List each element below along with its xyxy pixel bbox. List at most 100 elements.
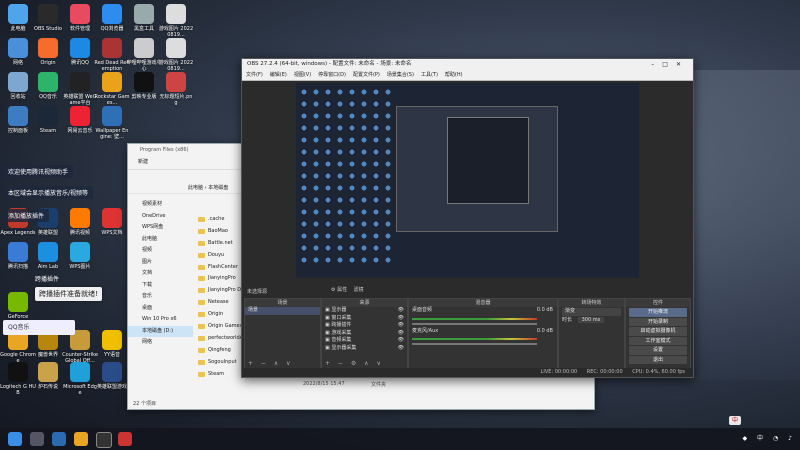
maximize-icon[interactable]: □ [662,61,676,68]
scene-item[interactable]: 场景 [245,307,320,315]
desktop-icon[interactable]: 软件管理 [62,4,98,32]
nav-item[interactable]: 下载 [128,280,193,292]
desktop-icon[interactable]: 英雄联盟游戏 [94,362,130,390]
desktop-icon[interactable]: Microsoft Edge [62,362,98,396]
menu-item[interactable]: 场景集合(S) [387,72,414,78]
language-indicator[interactable]: 中 [757,435,763,442]
menu-item[interactable]: 配置文件(P) [353,72,380,78]
menu-item[interactable]: 编辑(E) [270,72,287,78]
visibility-icon[interactable]: 👁 [398,307,404,315]
start-icon[interactable] [8,432,22,446]
desktop-icon[interactable]: Rockstar Games... [94,72,130,106]
desktop-icon-label: 网易云音乐 [67,128,93,134]
desktop-icon[interactable]: QQ浏览器 [94,4,130,32]
window-controls[interactable]: –□✕ [651,59,689,70]
source-item[interactable]: ▣ 跨播插件 👁 [322,322,407,330]
desktop-icon[interactable]: Aim Lab [30,242,66,270]
desktop-icon[interactable]: YY语音 [94,330,130,358]
duration-input[interactable]: 300 ms [577,316,605,323]
control-button[interactable]: 开始录制 [629,317,687,326]
visibility-icon[interactable]: 👁 [398,322,404,330]
close-icon[interactable]: ✕ [676,61,689,68]
desktop-icon[interactable]: 黑盒工具 [126,4,162,32]
menu-item[interactable]: 帮助(H) [445,72,463,78]
desktop-icon[interactable]: 剪映专业版 [126,72,162,100]
app-taskbar-icon[interactable] [118,432,132,446]
breadcrumb-local-disk[interactable]: 本地磁盘 [208,185,228,191]
desktop-icon[interactable]: 无标题短片.png [158,72,194,106]
source-item[interactable]: ▣ 显示器采集 👁 [322,345,407,353]
menu-item[interactable]: 工具(T) [421,72,438,78]
desktop-icon[interactable]: 炉石传说 [30,362,66,390]
visibility-icon[interactable]: 👁 [398,315,404,323]
nav-item[interactable]: 网络 [128,337,193,349]
desktop-icon[interactable]: OBS Studio [30,4,66,32]
visibility-icon[interactable]: 👁 [398,337,404,345]
control-button[interactable]: 退出 [629,355,687,364]
nav-item[interactable]: 本地磁盘 (D:) [128,325,193,337]
nav-item[interactable]: 视频素材 [128,199,193,211]
source-item[interactable]: ▣ 音频采集 👁 [322,337,407,345]
obs-taskbar-icon[interactable] [96,432,112,448]
network-icon[interactable]: ◔ [773,435,778,442]
volume-icon[interactable]: ♪ [788,435,792,442]
desktop-icon[interactable]: Red Dead Redemption [94,38,130,72]
volume-slider[interactable] [412,343,537,345]
desktop-icon[interactable]: 网易云音乐 [62,106,98,134]
filters-button[interactable]: 滤镜 [353,287,363,293]
gear-icon[interactable]: ⚙ [331,287,335,293]
new-button[interactable]: 新建 [138,159,148,165]
volume-slider[interactable] [412,322,537,325]
scene-controls[interactable]: + − ∧ ∨ [248,360,294,367]
menu-item[interactable]: 停靠窗口(D) [318,72,346,78]
ime-indicator[interactable]: 中 [729,416,742,425]
desktop-icon[interactable]: WPS图片 [62,242,98,270]
desktop-icon[interactable]: 游戏图片 20220819... [158,38,194,72]
control-button[interactable]: 设置 [629,346,687,355]
desktop-icon[interactable]: WPS文档 [94,208,130,236]
control-button[interactable]: 开始推流 [629,308,687,317]
nav-item[interactable]: WPS网盘 [128,222,193,234]
properties-button[interactable]: 属性 [337,287,347,293]
desktop-icon[interactable]: Wallpaper Engine: 壁... [94,106,130,140]
visibility-icon[interactable]: 👁 [398,330,404,338]
control-button[interactable]: 工作室模式 [629,336,687,345]
preview-canvas[interactable] [296,83,639,278]
shield-icon[interactable] [52,432,66,446]
desktop-icon[interactable]: 英雄联盟 WeGame平台 [62,72,98,106]
source-item[interactable]: ▣ 窗口采集 👁 [322,315,407,323]
desktop-icon[interactable]: GeForce [0,292,36,320]
desktop-icon[interactable]: Steam [30,106,66,134]
nav-item[interactable]: 音乐 [128,291,193,303]
nav-item[interactable]: 此电脑 [128,234,193,246]
breadcrumb-this-pc[interactable]: 此电脑 [188,185,203,191]
desktop-icon[interactable]: QQ音乐 [30,72,66,100]
desktop-icon[interactable]: 腾讯视频 [62,208,98,236]
desktop-icon[interactable]: Origin [30,38,66,66]
desktop-icon[interactable]: 腾讯QQ [62,38,98,66]
nav-item[interactable]: 视频 [128,245,193,257]
search-icon[interactable] [30,432,44,446]
menu-item[interactable]: 视图(V) [294,72,311,78]
desktop-icon[interactable]: Counter-Strike Global Off... [62,330,98,364]
minimize-icon[interactable]: – [651,61,662,68]
control-button[interactable]: 启动虚拟摄像机 [629,327,687,336]
nav-item[interactable]: 桌面 [128,303,193,315]
desktop-icon[interactable]: 哔哩哔哩游戏中心 [126,38,162,72]
obs-window[interactable]: OBS 27.2.4 (64-bit, windows) - 配置文件: 未命名… [241,58,694,378]
visibility-icon[interactable]: 👁 [398,345,404,353]
source-item[interactable]: ▣ 游戏采集 👁 [322,330,407,338]
menu-item[interactable]: 文件(F) [246,72,263,78]
nav-item[interactable]: 文档 [128,268,193,280]
nav-item[interactable]: Win 10 Pro x6 [128,314,193,326]
qq-search-input[interactable]: QQ音乐 [3,320,75,335]
folder-icon[interactable] [74,432,88,446]
nav-item[interactable]: 图片 [128,257,193,269]
source-item[interactable]: ▣ 显示器 👁 [322,307,407,315]
source-controls[interactable]: + − ⚙ ∧ ∨ [325,360,384,367]
transition-select[interactable]: 渐变 [562,308,621,316]
shield-tray-icon[interactable]: ◆ [743,435,748,442]
nav-item[interactable]: OneDrive [128,211,193,223]
desktop-icon[interactable]: 游戏图片 20220819... [158,4,194,38]
desktop-icon-label: Microsoft Edge [63,384,97,396]
